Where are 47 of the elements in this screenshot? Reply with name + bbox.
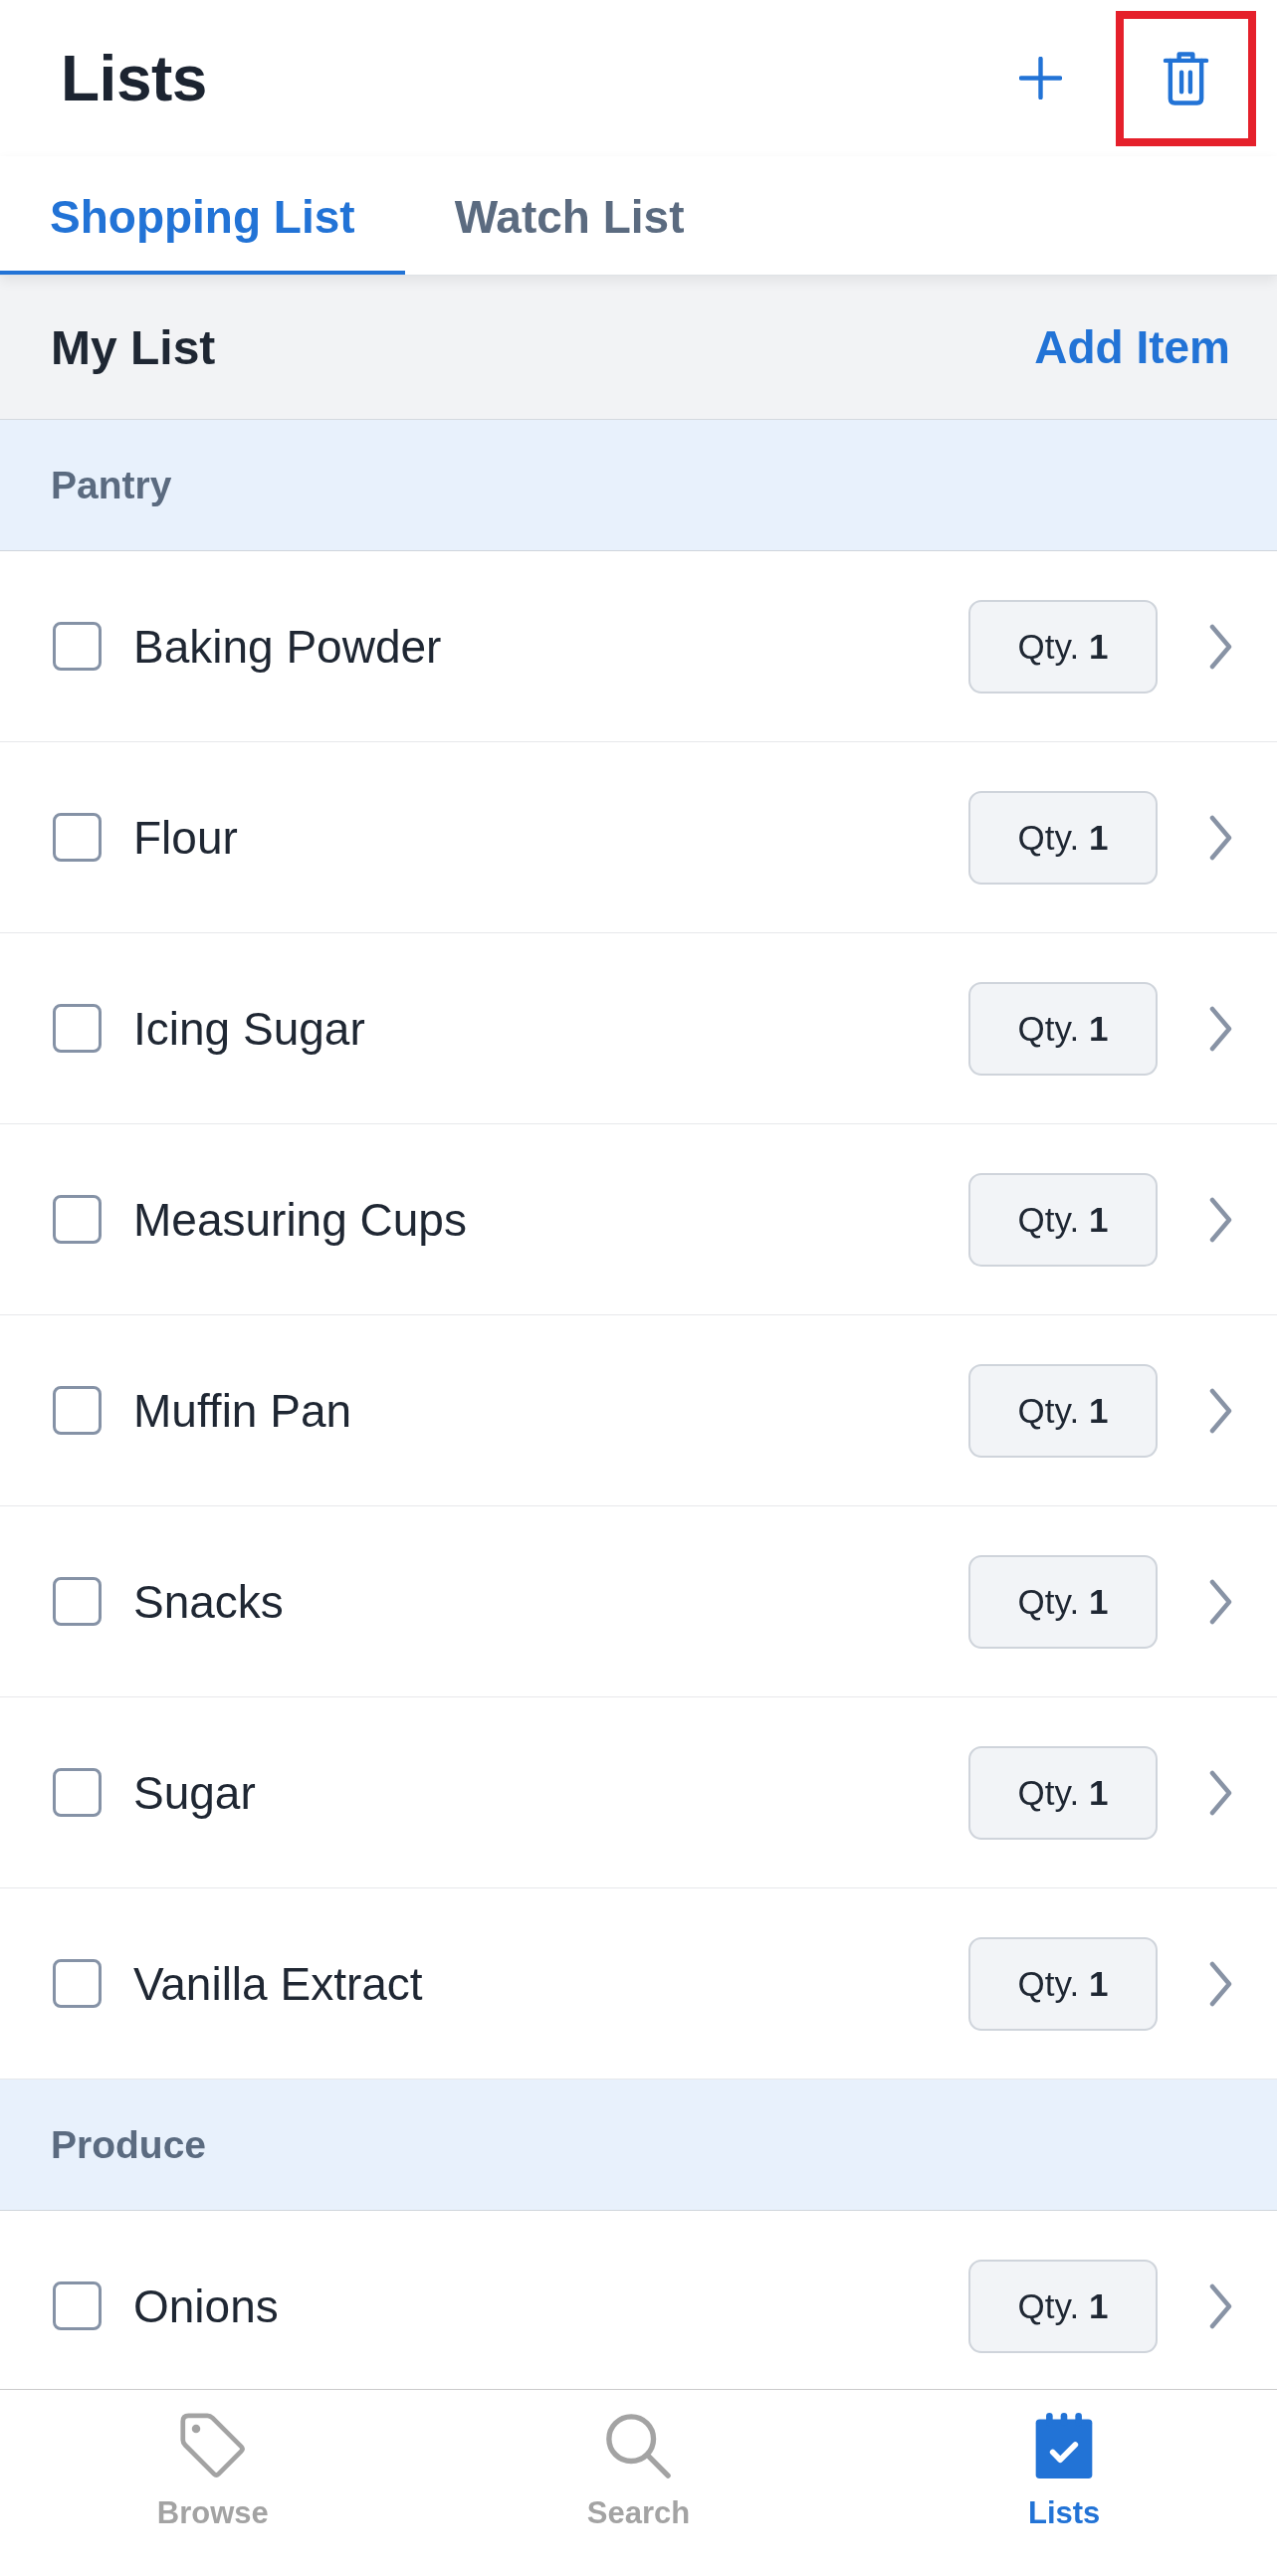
chevron-right-icon[interactable] xyxy=(1209,1769,1232,1816)
page-title: Lists xyxy=(61,41,207,115)
quantity-button[interactable]: Qty. 1 xyxy=(968,1363,1158,1458)
checkbox[interactable] xyxy=(53,1386,102,1435)
quantity-button[interactable]: Qty. 1 xyxy=(968,1745,1158,1840)
quantity-button[interactable]: Qty. 1 xyxy=(968,981,1158,1076)
item-name: Snacks xyxy=(133,1574,285,1629)
checkbox[interactable] xyxy=(53,2281,102,2330)
item-name: Sugar xyxy=(133,1765,257,1820)
item-name: Measuring Cups xyxy=(133,1192,468,1247)
item-name: Vanilla Extract xyxy=(133,1956,424,2011)
chevron-right-icon[interactable] xyxy=(1209,1960,1232,2007)
chevron-right-icon[interactable] xyxy=(1209,623,1232,670)
item-name: Flour xyxy=(133,810,239,865)
trash-icon xyxy=(1163,51,1209,105)
checkbox[interactable] xyxy=(53,1195,102,1244)
checkbox[interactable] xyxy=(53,1959,102,2008)
search-icon xyxy=(604,2412,673,2479)
chevron-right-icon[interactable] xyxy=(1209,1005,1232,1052)
item-name: Onions xyxy=(133,2279,280,2333)
checkbox[interactable] xyxy=(53,1768,102,1817)
quantity-button[interactable]: Qty. 1 xyxy=(968,1554,1158,1649)
nav-tab[interactable]: Lists xyxy=(851,2390,1277,2576)
checkbox[interactable] xyxy=(53,1577,102,1626)
checkbox[interactable] xyxy=(53,1004,102,1053)
chevron-right-icon[interactable] xyxy=(1209,1196,1232,1243)
checkbox[interactable] xyxy=(53,813,102,862)
checkbox[interactable] xyxy=(53,622,102,671)
tag-icon xyxy=(178,2412,247,2479)
quantity-button[interactable]: Qty. 1 xyxy=(968,2259,1158,2353)
item-name: Baking Powder xyxy=(133,619,443,674)
category-header: Produce xyxy=(0,2080,1277,2211)
quantity-button[interactable]: Qty. 1 xyxy=(968,1936,1158,2031)
chevron-right-icon[interactable] xyxy=(1209,2282,1232,2329)
chevron-right-icon[interactable] xyxy=(1209,814,1232,861)
quantity-button[interactable]: Qty. 1 xyxy=(968,790,1158,885)
quantity-button[interactable]: Qty. 1 xyxy=(968,1172,1158,1267)
tab[interactable]: Watch List xyxy=(404,156,735,275)
quantity-button[interactable]: Qty. 1 xyxy=(968,599,1158,694)
chevron-right-icon[interactable] xyxy=(1209,1578,1232,1625)
plus-icon xyxy=(1018,57,1062,99)
item-name: Muffin Pan xyxy=(133,1383,353,1438)
category-header: Pantry xyxy=(0,420,1277,551)
add-item-link[interactable]: Add Item xyxy=(1034,320,1230,374)
chevron-right-icon[interactable] xyxy=(1209,1387,1232,1434)
item-name: Icing Sugar xyxy=(133,1001,366,1056)
section-title: My List xyxy=(51,319,216,375)
